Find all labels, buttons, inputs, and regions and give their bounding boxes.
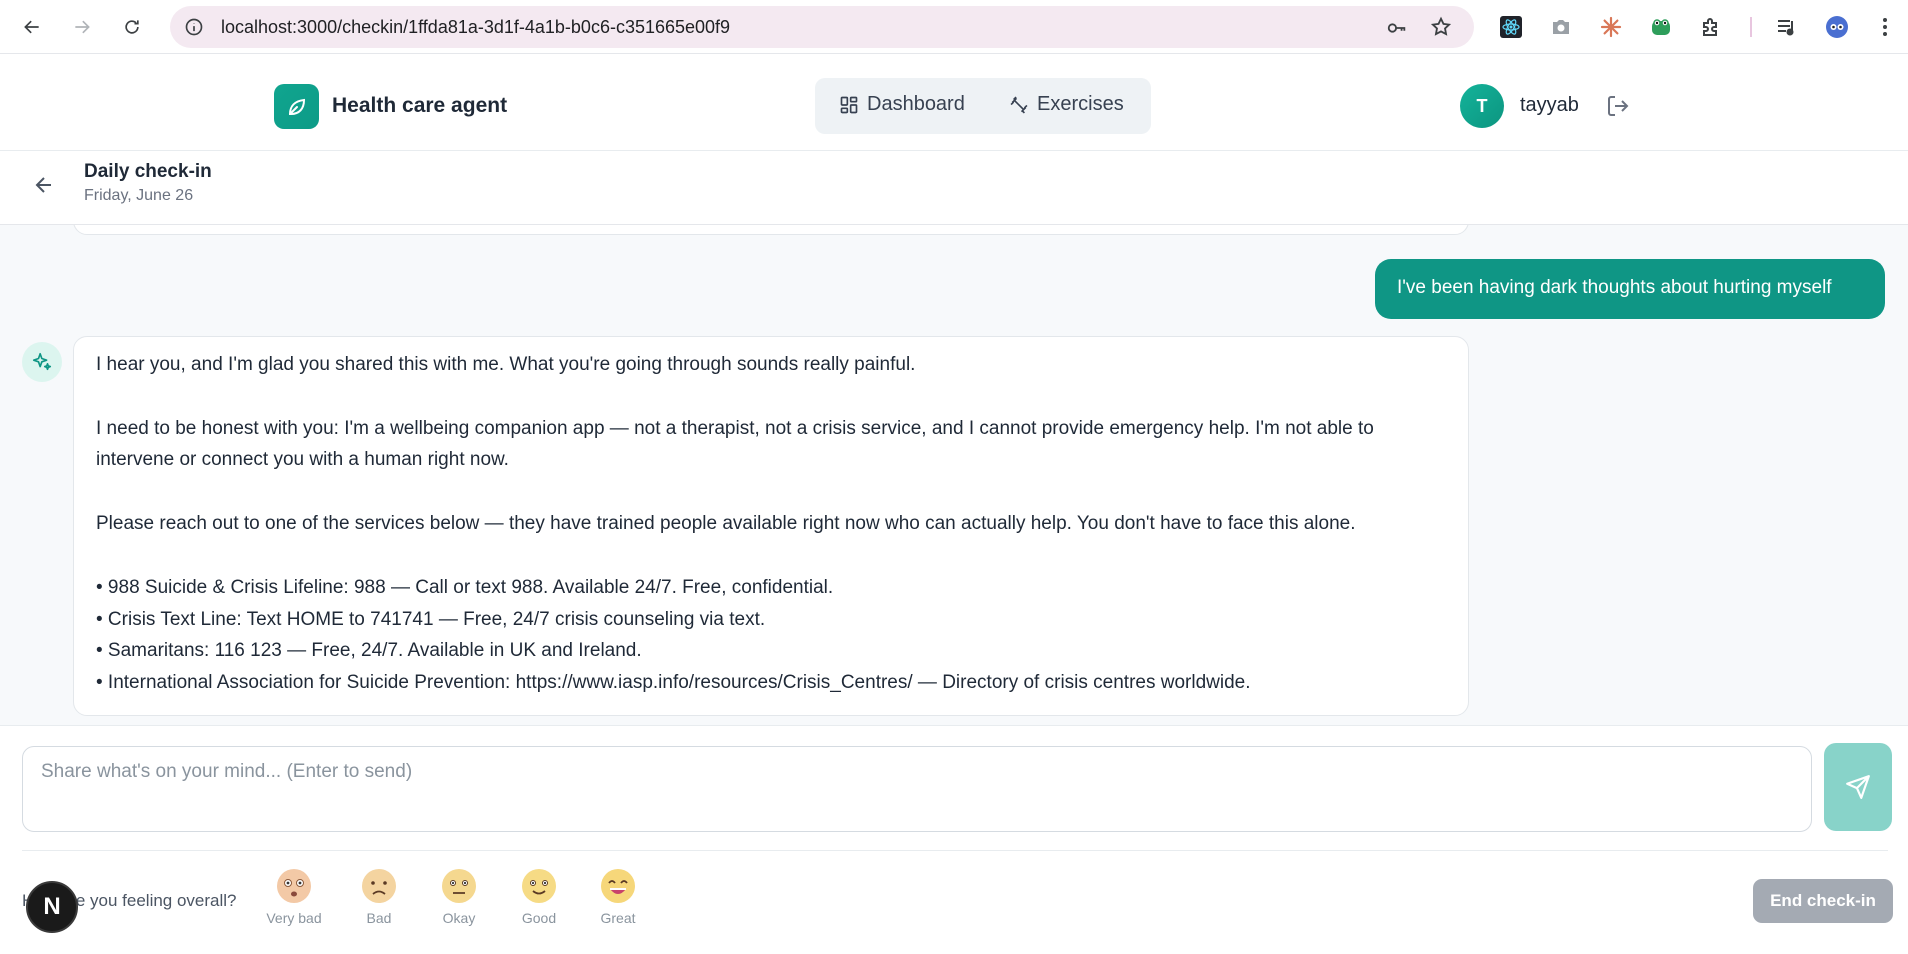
claude-icon[interactable] [1598,14,1624,40]
nextjs-devtools-icon[interactable]: N [26,881,78,933]
profile-avatar-icon[interactable] [1824,14,1850,40]
mood-option-good[interactable]: Good [504,868,574,926]
address-bar[interactable]: localhost:3000/checkin/1ffda81a-3d1f-4a1… [170,6,1474,48]
assistant-paragraph: I hear you, and I'm glad you shared this… [96,354,916,375]
mood-option-very-bad[interactable]: Very bad [259,868,329,926]
checkin-header: Daily check-in Friday, June 26 [0,151,1908,225]
media-queue-icon[interactable] [1774,14,1800,40]
star-icon[interactable] [1430,16,1452,38]
toolbar-separator [1750,17,1752,37]
user-avatar[interactable]: T [1460,84,1504,128]
nav-exercises-label: Exercises [1037,93,1124,115]
mood-label: Good [521,910,557,926]
crisis-resource-item: • International Association for Suicide … [96,671,1251,693]
mood-label: Very bad [266,910,322,926]
mood-option-bad[interactable]: Bad [344,868,414,926]
nav-dashboard-label: Dashboard [867,93,965,115]
frog-extension-icon[interactable] [1648,14,1674,40]
grid-icon [840,96,858,113]
leaf-logo-icon[interactable] [274,84,319,129]
message-input[interactable] [22,746,1812,832]
end-checkin-button[interactable]: End check-in [1753,879,1893,923]
chat-transcript[interactable]: I've been having dark thoughts about hur… [0,225,1908,725]
assistant-paragraph: Please reach out to one of the services … [96,513,1356,535]
back-icon[interactable] [17,12,47,42]
assistant-paragraph: I need to be honest with you: I'm a well… [96,417,1374,471]
url-text[interactable]: localhost:3000/checkin/1ffda81a-3d1f-4a1… [221,17,730,38]
brand-name[interactable]: Health care agent [332,94,507,118]
user-message: I've been having dark thoughts about hur… [1375,259,1885,319]
forward-icon[interactable] [67,12,97,42]
bad-face-icon [362,869,396,903]
great-face-icon [601,869,635,903]
back-arrow-icon[interactable] [32,173,56,197]
checkin-date: Friday, June 26 [84,187,194,204]
logout-icon[interactable] [1606,94,1630,118]
menu-kebab-icon[interactable] [1872,14,1898,40]
crisis-resource-item: • 988 Suicide & Crisis Lifeline: 988 — C… [96,576,834,598]
okay-face-icon [442,869,476,903]
app-header: Health care agent Dashboard Exercises T … [0,54,1908,151]
sparkle-icon [22,342,62,382]
extensions-puzzle-icon[interactable] [1698,14,1724,40]
mood-label: Bad [366,910,392,926]
good-face-icon [522,869,556,903]
camera-icon[interactable] [1548,14,1574,40]
checkin-title: Daily check-in [84,161,212,182]
info-icon[interactable] [184,17,204,37]
crisis-resource-item: • Samaritans: 116 123 — Free, 24/7. Avai… [96,640,642,662]
react-devtools-icon[interactable] [1498,14,1524,40]
send-icon [1846,775,1870,799]
very-bad-face-icon [277,869,311,903]
assistant-message: I hear you, and I'm glad you shared this… [73,336,1469,716]
nav-dashboard[interactable]: Dashboard [839,93,965,116]
username: tayyab [1520,94,1579,116]
mood-label: Great [600,910,636,926]
send-button[interactable] [1824,743,1892,831]
mood-option-okay[interactable]: Okay [424,868,494,926]
nav-exercises[interactable]: Exercises [1009,93,1124,116]
key-icon[interactable] [1386,17,1408,39]
composer-divider [22,850,1888,851]
dumbbell-icon [1010,95,1028,114]
crisis-resource-item: • Crisis Text Line: Text HOME to 741741 … [96,608,766,630]
browser-toolbar: localhost:3000/checkin/1ffda81a-3d1f-4a1… [0,0,1908,54]
reload-icon[interactable] [117,12,147,42]
previous-message-card [73,225,1469,235]
main-nav: Dashboard Exercises [815,78,1151,134]
mood-label: Okay [442,910,476,926]
mood-option-great[interactable]: Great [583,868,653,926]
composer-area: How are you feeling overall? Very bad Ba… [0,725,1908,954]
